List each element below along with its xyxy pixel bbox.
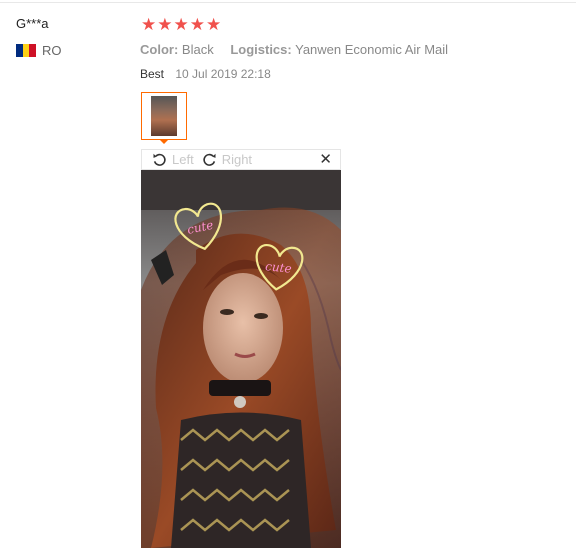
color-value: Black	[181, 42, 214, 57]
review-date: 10 Jul 2019 22:18	[175, 67, 271, 81]
review-meta: Best 10 Jul 2019 22:18	[140, 67, 271, 81]
star-rating: ★ ★ ★ ★ ★	[141, 16, 221, 34]
review-label: Best	[140, 67, 165, 81]
star-icon: ★	[157, 15, 173, 34]
reviewer-country: RO	[16, 43, 62, 58]
rotate-left-icon	[153, 153, 166, 166]
sticker-text: cute	[265, 259, 293, 276]
rotate-left-button[interactable]: Left	[152, 152, 194, 167]
logistics-value: Yanwen Economic Air Mail	[295, 42, 449, 57]
rotate-right-icon	[203, 153, 216, 166]
romania-flag-icon	[16, 44, 37, 57]
star-icon: ★	[206, 15, 222, 34]
color-key: Color:	[140, 42, 179, 57]
star-icon: ★	[141, 15, 157, 34]
rotate-right-button[interactable]: Right	[202, 152, 252, 167]
selected-pointer-icon	[159, 139, 169, 144]
thumbnail-image	[151, 96, 177, 136]
order-attributes: Color: Black Logistics: Yanwen Economic …	[140, 42, 461, 57]
rotate-left-label: Left	[172, 152, 194, 167]
reviewer-name: G***a	[16, 16, 49, 31]
image-viewer-toolbar: Left Right ✕	[141, 149, 341, 170]
star-icon: ★	[173, 15, 189, 34]
selfie-photo-image: cute cute	[141, 170, 341, 548]
country-code: RO	[42, 43, 62, 58]
rotate-right-label: Right	[221, 152, 253, 167]
top-divider	[0, 2, 576, 3]
photo-thumbnail[interactable]	[141, 92, 187, 144]
logistics-key: Logistics:	[230, 42, 292, 57]
close-viewer-button[interactable]: ✕	[319, 151, 332, 168]
review-photo: cute cute	[141, 170, 341, 548]
star-icon: ★	[189, 15, 205, 34]
